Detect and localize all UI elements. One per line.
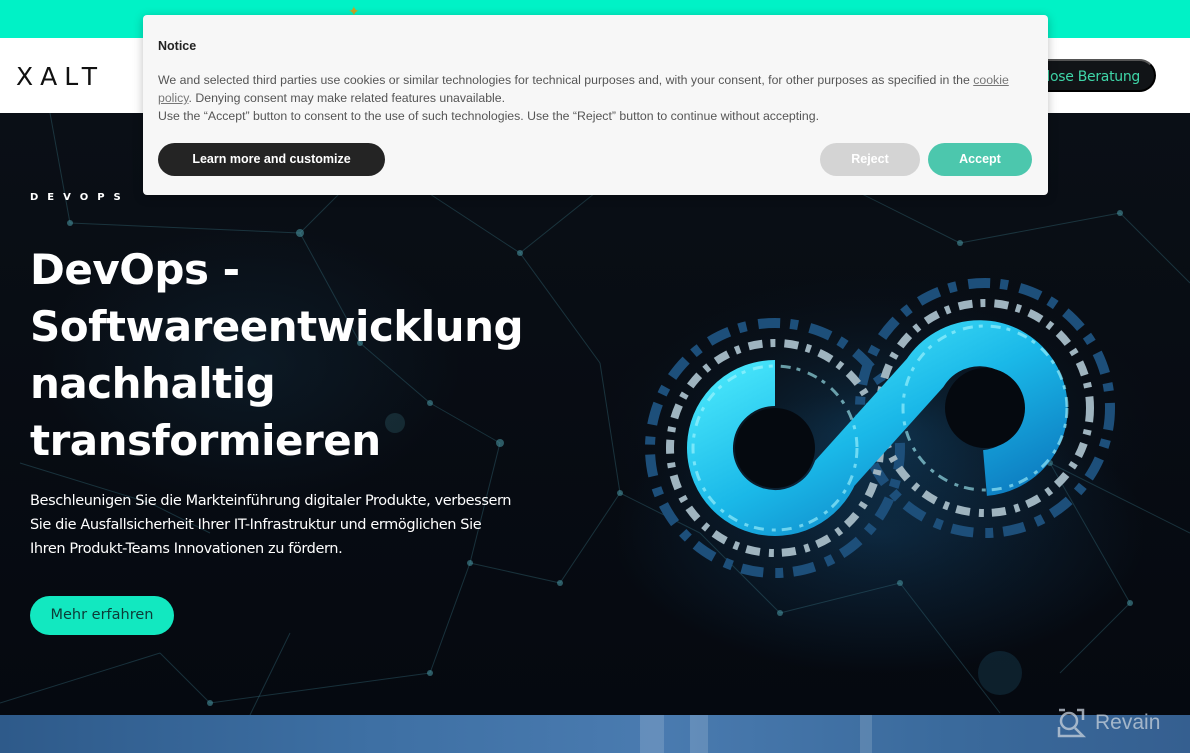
hero-title: DevOps - Softwareentwicklung nachhaltig … [30,241,590,469]
hero-section: DEVOPS DevOps - Softwareentwicklung nach… [0,113,1190,715]
hero-description-line: Ihren Produkt-Teams Innovationen zu förd… [30,541,343,557]
reject-button[interactable]: Reject [820,143,920,176]
devops-infinity-icon [600,273,1160,593]
hero-description-line: Sie die Ausfallsicherheit Ihrer IT-Infra… [30,517,482,533]
revain-watermark-text: Revain [1095,711,1161,734]
notice-text: . Denying consent may make related featu… [188,91,506,105]
next-section-preview [0,715,1190,753]
learn-more-customize-button[interactable]: Learn more and customize [158,143,385,176]
notice-body: We and selected third parties use cookie… [158,71,1038,125]
page: ✦ XALT enlose Beratung DEVOPS DevOps - S… [0,0,1190,753]
hero-description: Beschleunigen Sie die Markteinführung di… [30,489,550,561]
decorative-pillar [690,715,708,753]
decorative-pillar [640,715,664,753]
learn-more-hero-button[interactable]: Mehr erfahren [30,596,174,635]
decorative-pillar [860,715,872,753]
accept-button[interactable]: Accept [928,143,1032,176]
hero-title-line: DevOps - [30,245,240,294]
hero-description-line: Beschleunigen Sie die Markteinführung di… [30,493,512,509]
hero-title-line: Softwareentwicklung [30,302,524,351]
notice-text: Use the “Accept” button to consent to th… [158,109,820,123]
hero-title-line: nachhaltig [30,359,276,408]
notice-title: Notice [158,39,197,53]
revain-watermark: Revain [1055,707,1160,739]
notice-text: We and selected third parties use cookie… [158,73,974,87]
revain-logo-icon [1057,708,1087,738]
xalt-logo[interactable]: XALT [16,62,104,91]
cookie-notice-dialog: Notice We and selected third parties use… [143,15,1048,195]
hero-eyebrow: DEVOPS [30,192,130,203]
hero-title-line: transformieren [30,416,381,465]
